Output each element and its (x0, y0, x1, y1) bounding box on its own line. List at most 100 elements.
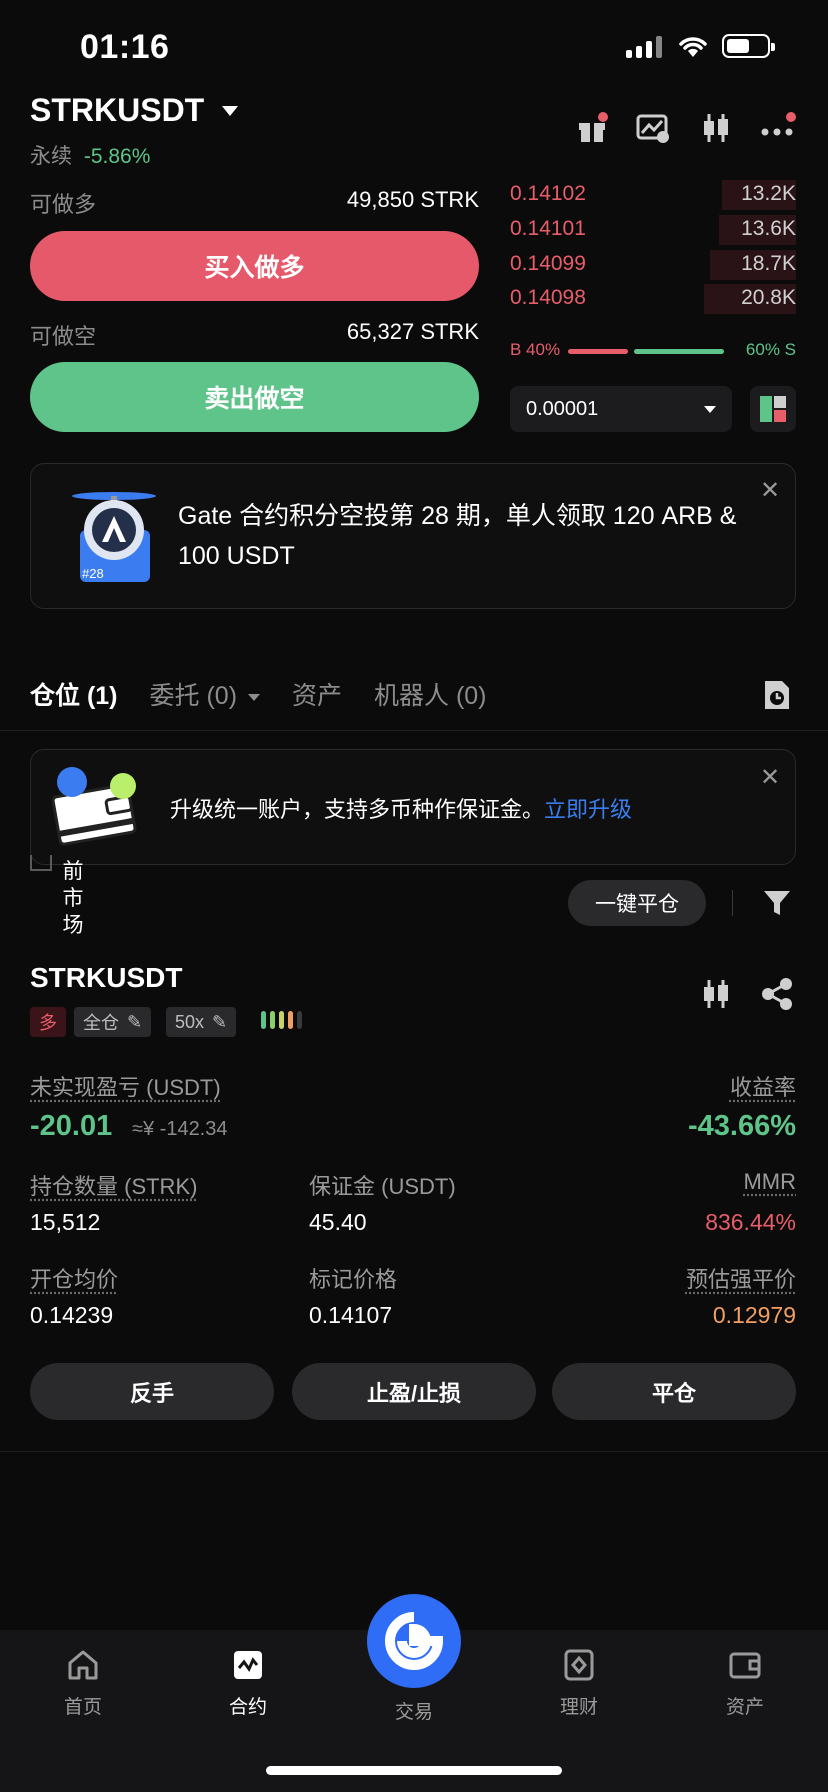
tab-positions[interactable]: 仓位 (1) (30, 676, 118, 712)
ask-price: 0.14098 (510, 286, 586, 309)
more-icon[interactable] (760, 112, 796, 144)
nav-futures-label: 合约 (228, 1697, 267, 1718)
nav-earn[interactable]: 理财 (529, 1648, 629, 1719)
long-available-label: 可做多 (30, 192, 97, 217)
tick-size-select[interactable]: 0.00001 (510, 386, 732, 432)
candlestick-icon[interactable] (700, 112, 732, 144)
upgrade-link[interactable]: 立即升级 (544, 797, 632, 822)
tab-orders[interactable]: 委托 (0) (150, 676, 260, 712)
ratio-bar-sell (634, 349, 724, 354)
adl-indicator-icon (261, 1011, 302, 1029)
tpsl-button[interactable]: 止盈/止损 (292, 1363, 536, 1420)
earn-icon (564, 1649, 594, 1681)
margin-label: 保证金 (USDT) (309, 1174, 456, 1199)
ask-quantity: 13.2K (741, 182, 796, 205)
sell-short-button[interactable]: 卖出做空 (30, 362, 479, 432)
orderbook-ask-row[interactable]: 0.14101 13.6K (510, 213, 796, 247)
nav-futures[interactable]: 合约 (198, 1648, 298, 1719)
nav-assets[interactable]: 资产 (695, 1648, 795, 1719)
trade-logo-icon (385, 1612, 444, 1670)
close-icon[interactable]: ✕ (760, 763, 780, 792)
wifi-icon (679, 37, 707, 57)
candlestick-icon[interactable] (700, 978, 732, 1010)
close-all-button[interactable]: 一键平仓 (568, 880, 706, 926)
orderbook-layout-button[interactable] (750, 386, 796, 432)
leverage-badge[interactable]: 50x ✎ (166, 1007, 237, 1037)
battery-icon (722, 34, 775, 58)
contract-type: 永续 (30, 145, 72, 168)
roe-value: -43.66% (687, 1110, 796, 1142)
unrealized-pnl-cny: ≈¥ -142.34 (132, 1118, 228, 1140)
long-available-value: 49,850 STRK (346, 187, 479, 212)
entry-price-value: 0.14239 (30, 1302, 114, 1328)
size-label[interactable]: 持仓数量 (STRK) (30, 1169, 197, 1201)
buy-ratio: B 40% (510, 340, 561, 359)
unrealized-pnl: -20.01 (30, 1110, 113, 1142)
share-icon[interactable] (760, 978, 794, 1010)
nav-home[interactable]: 首页 (33, 1648, 133, 1719)
chart-settings-icon[interactable] (636, 112, 670, 144)
liq-price-label[interactable]: 预估强平价 (686, 1262, 796, 1294)
gift-icon[interactable] (576, 112, 608, 144)
reverse-button[interactable]: 反手 (30, 1363, 274, 1420)
short-available-value: 65,327 STRK (346, 319, 479, 344)
divider (0, 730, 828, 731)
tab-assets[interactable]: 资产 (292, 676, 342, 712)
upgrade-notice-text: 升级统一账户，支持多币种作保证金。立即升级 (170, 792, 632, 824)
ask-price: 0.14101 (510, 217, 586, 240)
leverage: 50x (175, 1011, 205, 1032)
close-icon[interactable]: ✕ (760, 476, 780, 505)
nav-home-label: 首页 (63, 1697, 102, 1718)
entry-price-label[interactable]: 开仓均价 (30, 1262, 118, 1294)
size-value: 15,512 (30, 1209, 101, 1235)
ask-quantity: 13.6K (741, 217, 796, 240)
orderbook-ask-row[interactable]: 0.14102 13.2K (510, 178, 796, 212)
short-available-label: 可做空 (30, 324, 97, 349)
close-position-button[interactable]: 平仓 (552, 1363, 796, 1420)
ask-price: 0.14099 (510, 252, 586, 275)
buy-long-button[interactable]: 买入做多 (30, 231, 479, 301)
wallet-icon (729, 1652, 761, 1679)
pair-selector[interactable]: STRKUSDT (30, 92, 239, 129)
pair-subline: 永续 -5.86% (30, 140, 150, 170)
sell-ratio: 60% S (745, 340, 796, 359)
current-market-checkbox[interactable] (30, 855, 52, 871)
orderbook-ask-row[interactable]: 0.14099 18.7K (510, 248, 796, 282)
ask-quantity: 20.8K (741, 286, 796, 309)
buy-sell-ratio: B 40% 60% S (510, 340, 796, 362)
roe-label[interactable]: 收益率 (730, 1070, 796, 1102)
margin-value: 45.40 (309, 1209, 367, 1235)
home-icon (68, 1650, 98, 1680)
ratio-bar-buy (568, 349, 628, 354)
mark-price-label: 标记价格 (309, 1267, 398, 1292)
edit-icon: ✎ (127, 1011, 143, 1032)
orderbook-ask-row[interactable]: 0.14098 20.8K (510, 282, 796, 316)
liq-price-value: 0.12979 (712, 1302, 796, 1328)
tick-size-value: 0.00001 (526, 397, 599, 420)
tab-bots[interactable]: 机器人 (0) (374, 676, 487, 712)
ask-price: 0.14102 (510, 182, 586, 205)
nav-trade-label[interactable]: 交易 (364, 1697, 464, 1724)
edit-icon: ✎ (212, 1011, 228, 1032)
divider (0, 1451, 828, 1452)
mmr-label[interactable]: MMR (743, 1169, 796, 1195)
margin-mode-badge[interactable]: 全仓 ✎ (74, 1007, 152, 1037)
cellular-signal-icon (626, 34, 666, 58)
upgrade-notice-message: 升级统一账户，支持多币种作保证金。 (170, 797, 545, 822)
chevron-down-icon (222, 105, 239, 116)
unrealized-pnl-label[interactable]: 未实现盈亏 (USDT) (30, 1070, 221, 1102)
current-market-label: 前市场 (62, 860, 84, 937)
wallet-illustration-icon (51, 767, 137, 846)
mark-price-value: 0.14107 (309, 1302, 393, 1328)
airdrop-logo-icon: #28 (72, 492, 156, 582)
trade-fab-button[interactable] (367, 1594, 461, 1688)
layout-icon (760, 396, 786, 422)
pair-name: STRKUSDT (30, 92, 205, 128)
nav-earn-label: 理财 (559, 1697, 598, 1718)
margin-mode: 全仓 (83, 1013, 119, 1033)
position-tabs: 仓位 (1) 委托 (0) 资产 机器人 (0) (30, 676, 487, 712)
filter-icon[interactable] (762, 888, 792, 918)
home-indicator (266, 1766, 562, 1775)
history-icon[interactable] (762, 679, 792, 711)
side-badge: 多 (30, 1007, 66, 1037)
